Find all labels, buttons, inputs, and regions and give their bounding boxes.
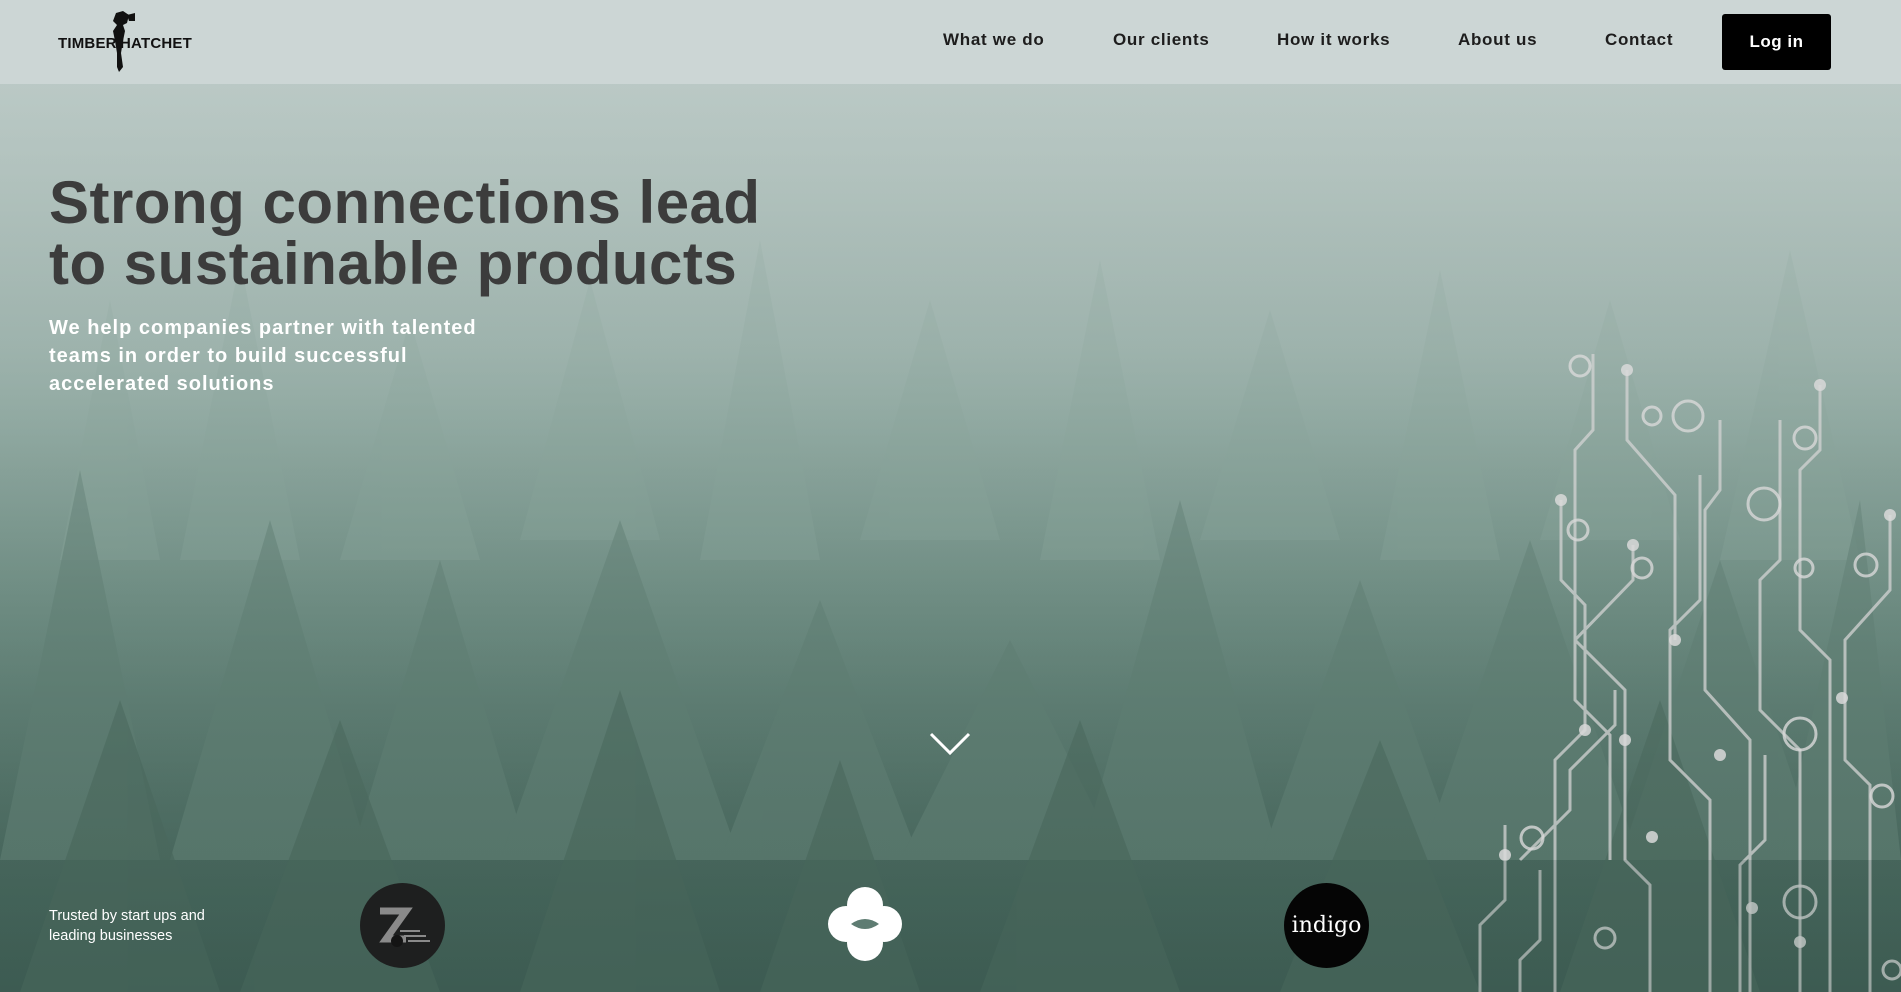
nav-link-how-it-works[interactable]: How it works xyxy=(1277,30,1390,50)
nav-link-our-clients[interactable]: Our clients xyxy=(1113,30,1210,50)
hero-subheadline: We help companies partner with talented … xyxy=(49,317,477,395)
hero-headline: Strong connections lead to sustainable p… xyxy=(49,169,761,297)
trusted-by-text: Trusted by start ups and leading busines… xyxy=(49,908,205,944)
nav-link-what-we-do[interactable]: What we do xyxy=(943,30,1044,50)
logo-text-timber: TIMBER xyxy=(58,35,117,52)
clover-logo-icon xyxy=(828,887,902,961)
trusted-by-band xyxy=(0,860,1901,992)
logo-text-hatchet: HATCHET xyxy=(120,35,192,52)
client-logo-clover[interactable] xyxy=(827,886,903,962)
client-logo-indigo[interactable]: indigo xyxy=(1284,883,1369,968)
z-logo-icon xyxy=(379,907,430,947)
nav-link-contact[interactable]: Contact xyxy=(1605,30,1673,50)
client-logo-z[interactable] xyxy=(360,883,445,968)
top-navbar: TIMBER HATCHET What we do Our clients Ho… xyxy=(0,0,1901,84)
login-button[interactable]: Log in xyxy=(1722,14,1831,70)
chevron-down-icon[interactable] xyxy=(928,730,972,758)
timber-hatchet-logo[interactable]: TIMBER HATCHET xyxy=(57,9,192,75)
nav-link-about-us[interactable]: About us xyxy=(1458,30,1537,50)
